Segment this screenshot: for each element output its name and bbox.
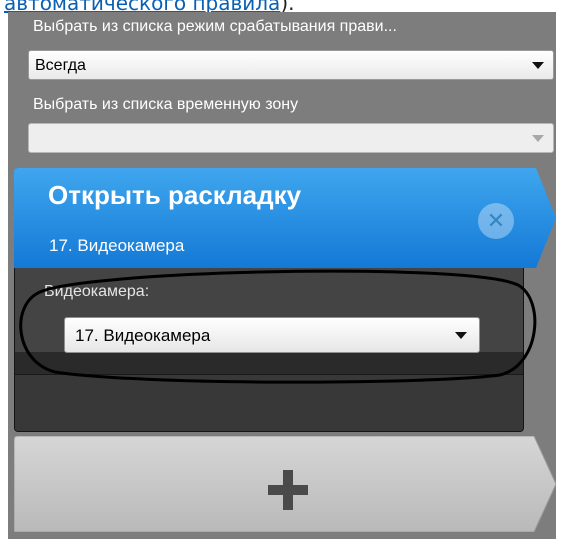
time-zone-select[interactable] (28, 123, 554, 153)
rule-mode-value: Всегда (35, 57, 86, 74)
chevron-down-icon (532, 135, 544, 142)
action-title: Открыть раскладку (48, 180, 302, 210)
camera-select-value: 17. Видеокамера (75, 326, 211, 345)
action-card-footer (15, 374, 523, 431)
action-header[interactable]: Открыть раскладку 17. Видеокамера ✕ (14, 168, 556, 268)
chevron-down-icon (532, 62, 544, 69)
close-icon[interactable]: ✕ (478, 203, 514, 239)
plus-icon[interactable] (268, 470, 308, 510)
camera-label: Видеокамера: (44, 283, 150, 300)
time-zone-label: Выбрать из списка временную зону (33, 96, 299, 113)
camera-select[interactable]: 17. Видеокамера (64, 317, 480, 353)
rule-mode-label: Выбрать из списка режим срабатывания пра… (33, 18, 397, 35)
rule-mode-select[interactable]: Всегда (28, 50, 554, 80)
chevron-down-icon (455, 332, 467, 339)
action-subtitle: 17. Видеокамера (49, 236, 185, 255)
